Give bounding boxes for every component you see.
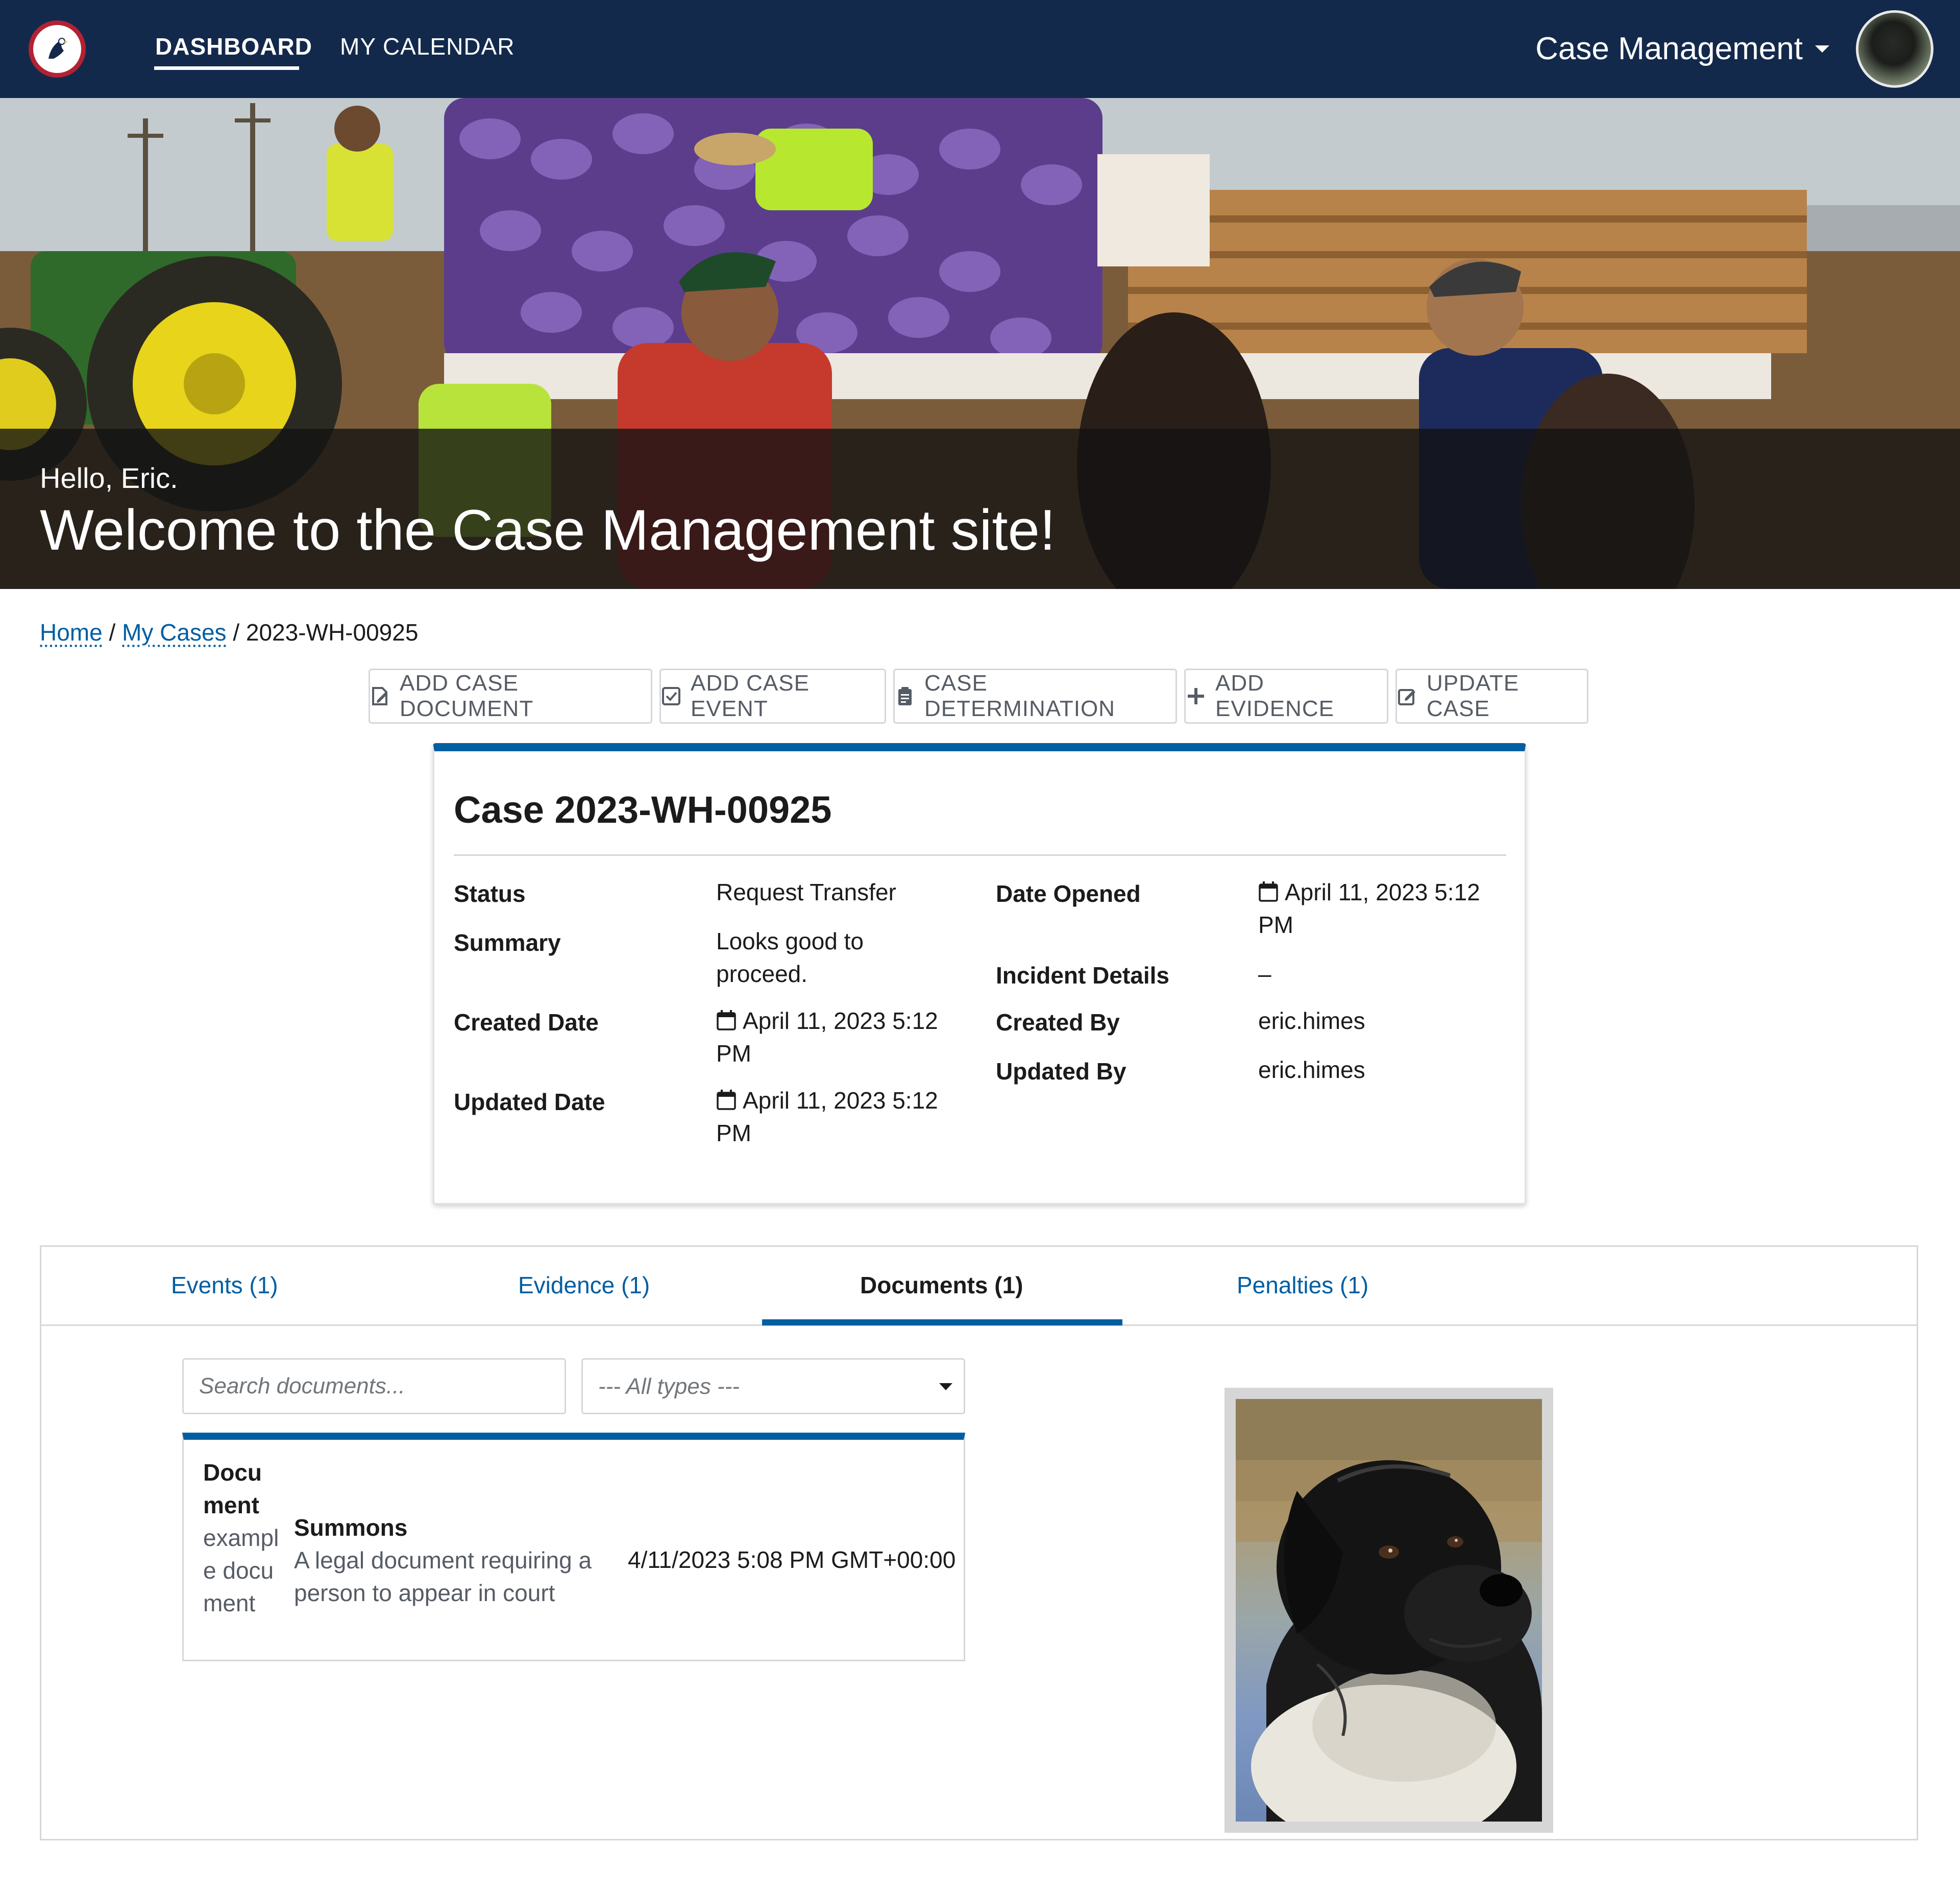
- breadcrumb: Home / My Cases / 2023-WH-00925: [40, 619, 418, 646]
- app-switcher-menu[interactable]: Case Management: [1535, 31, 1829, 67]
- document-preview[interactable]: [1224, 1388, 1553, 1833]
- created-by-label: Created By: [996, 1009, 1120, 1036]
- breadcrumb-my-cases-link[interactable]: My Cases: [122, 619, 226, 646]
- created-date-label: Created Date: [454, 1009, 599, 1036]
- tab-documents[interactable]: Documents (1): [860, 1271, 1023, 1299]
- incident-details-label: Incident Details: [996, 962, 1169, 989]
- user-avatar[interactable]: [1856, 10, 1933, 88]
- plus-icon: [1188, 688, 1204, 704]
- hero-greeting: Hello, Eric.: [40, 462, 178, 494]
- created-date-value: April 11, 2023 5:12 PM: [716, 1004, 971, 1070]
- updated-by-value: eric.himes: [1258, 1056, 1365, 1083]
- calendar-icon: [717, 1090, 736, 1110]
- tab-evidence[interactable]: Evidence (1): [518, 1271, 650, 1299]
- date-opened-label: Date Opened: [996, 880, 1141, 907]
- case-determination-label: CASE DETERMINATION: [924, 671, 1115, 721]
- tab-penalties[interactable]: Penalties (1): [1237, 1271, 1368, 1299]
- add-case-event-button[interactable]: ADD CASE EVENT: [659, 669, 886, 724]
- breadcrumb-home-link[interactable]: Home: [40, 619, 103, 646]
- dog-photo: [1236, 1399, 1542, 1822]
- hero-title: Welcome to the Case Management site!: [40, 498, 1056, 562]
- case-tabs-panel: Events (1) Evidence (1) Documents (1) Pe…: [40, 1245, 1918, 1840]
- incident-details-value: –: [1258, 961, 1271, 987]
- document-type-selected: --- All types ---: [598, 1374, 740, 1399]
- tab-events[interactable]: Events (1): [171, 1271, 278, 1299]
- created-date-text: April 11, 2023 5:12 PM: [716, 1007, 938, 1067]
- breadcrumb-separator: /: [233, 619, 240, 646]
- case-title-divider: [454, 854, 1506, 856]
- documents-table: Document example document Summons A lega…: [182, 1433, 965, 1661]
- document-type-description: A legal document requiring a person to a…: [294, 1547, 592, 1606]
- update-case-button[interactable]: UPDATE CASE: [1395, 669, 1588, 724]
- calendar-icon: [717, 1010, 736, 1030]
- app-switcher-label: Case Management: [1535, 31, 1803, 66]
- document-preview-image: [1236, 1399, 1542, 1822]
- document-name-cell: Document example document: [203, 1456, 280, 1619]
- created-by-value: eric.himes: [1258, 1007, 1365, 1034]
- document-name[interactable]: Document: [203, 1456, 280, 1521]
- active-tab-indicator: [762, 1319, 1122, 1325]
- caret-down-icon: [1815, 45, 1829, 53]
- update-case-label: UPDATE CASE: [1427, 671, 1520, 721]
- add-case-document-button[interactable]: ADD CASE DOCUMENT: [369, 669, 652, 724]
- calendar-icon: [1259, 881, 1278, 902]
- top-navbar: DASHBOARD MY CALENDAR Case Management: [0, 0, 1960, 98]
- summary-value: Looks good to proceed.: [716, 928, 864, 987]
- hero-banner: Hello, Eric. Welcome to the Case Managem…: [0, 98, 1960, 589]
- add-case-document-label: ADD CASE DOCUMENT: [400, 671, 534, 721]
- edit-document-icon: [372, 687, 387, 705]
- checkbox-icon: [662, 687, 680, 705]
- status-label: Status: [454, 880, 526, 907]
- chevron-down-icon: [939, 1383, 952, 1390]
- case-title: Case 2023-WH-00925: [454, 789, 832, 831]
- document-type-select[interactable]: --- All types ---: [581, 1358, 965, 1414]
- clipboard-icon: [898, 687, 912, 705]
- status-value: Request Transfer: [716, 879, 896, 905]
- add-evidence-button[interactable]: ADD EVIDENCE: [1184, 669, 1388, 724]
- document-type-name: Summons: [294, 1514, 408, 1541]
- updated-date-value: April 11, 2023 5:12 PM: [716, 1084, 971, 1149]
- nav-link-my-calendar[interactable]: MY CALENDAR: [340, 33, 514, 60]
- add-evidence-label: ADD EVIDENCE: [1215, 671, 1334, 721]
- document-type-cell: Summons A legal document requiring a per…: [294, 1511, 610, 1609]
- date-opened-value: April 11, 2023 5:12 PM: [1258, 876, 1508, 941]
- nav-link-dashboard[interactable]: DASHBOARD: [155, 33, 312, 60]
- add-case-event-label: ADD CASE EVENT: [691, 671, 810, 721]
- breadcrumb-separator: /: [109, 619, 116, 646]
- case-summary-card: Case 2023-WH-00925 Status Request Transf…: [433, 743, 1526, 1204]
- date-opened-text: April 11, 2023 5:12 PM: [1258, 879, 1480, 938]
- document-description: example document: [203, 1525, 279, 1616]
- updated-by-label: Updated By: [996, 1058, 1126, 1085]
- updated-date-label: Updated Date: [454, 1089, 605, 1115]
- edit-icon: [1398, 689, 1415, 705]
- breadcrumb-current: 2023-WH-00925: [246, 619, 419, 646]
- search-documents-input[interactable]: [182, 1358, 566, 1414]
- updated-date-text: April 11, 2023 5:12 PM: [716, 1087, 938, 1146]
- agency-logo[interactable]: [29, 20, 86, 78]
- summary-label: Summary: [454, 929, 561, 956]
- document-timestamp: 4/11/2023 5:08 PM GMT+00:00: [628, 1546, 956, 1573]
- nav-active-indicator: [154, 66, 299, 70]
- eagle-seal-icon: [38, 30, 77, 68]
- case-determination-button[interactable]: CASE DETERMINATION: [893, 669, 1177, 724]
